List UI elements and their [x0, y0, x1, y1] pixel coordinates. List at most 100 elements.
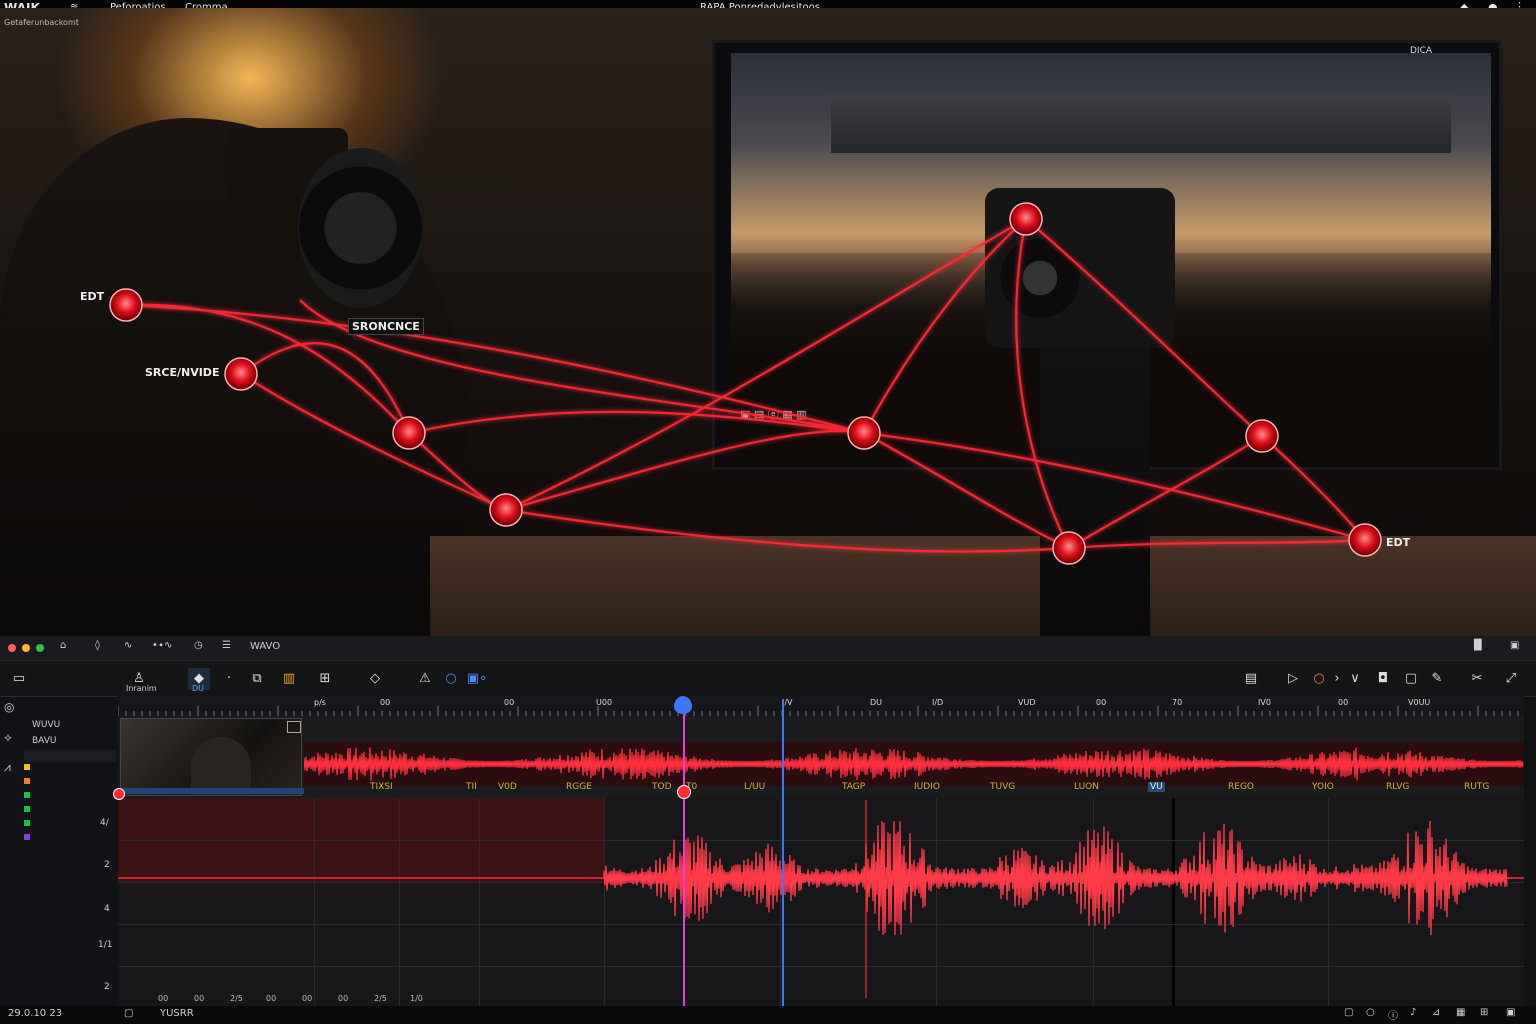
grid-icon[interactable]: ⊞ — [314, 668, 336, 690]
clip-label[interactable]: TII — [466, 782, 477, 792]
tag-icon[interactable]: ◇ — [364, 668, 386, 690]
track-color-green-3 — [24, 820, 30, 826]
clip-label[interactable]: TAGP — [842, 782, 865, 792]
status-bar: 29.0.10 23 ▢ YUSRR ▢ ○ ⓘ ♪ ⊿ ▦ ⊞ ▣ — [0, 1006, 1536, 1024]
ruler-label: U00 — [596, 698, 613, 707]
tripod — [1040, 348, 1150, 636]
screen-controls[interactable]: DICA — [1410, 46, 1480, 94]
play-icon[interactable]: ▷ — [1282, 668, 1304, 690]
track-value-5: 2 — [104, 982, 110, 992]
audio-track[interactable] — [118, 798, 1524, 1008]
track-headers: ◎ ⟡ ⩘ WUVU BAVU 4/ 2 4 1/1 2 — [0, 698, 119, 1008]
track-value-1: 4/ — [100, 818, 109, 828]
clip-label[interactable]: V0D — [498, 782, 517, 792]
target-icon[interactable]: ◎ — [4, 700, 14, 714]
tent-roof — [831, 93, 1451, 153]
effect-icon[interactable]: ▣∘ — [466, 668, 488, 690]
layout-icon[interactable]: ▣ — [1510, 640, 1519, 651]
brush-icon[interactable]: ✎ — [1426, 668, 1448, 690]
frame-icon[interactable]: ▢ — [1400, 668, 1422, 690]
playhead-marker[interactable] — [677, 785, 691, 799]
clip-icon[interactable]: ▥ — [278, 668, 300, 690]
clip-label[interactable]: RGGE — [566, 782, 592, 792]
clip-label[interactable]: IUDIO — [914, 782, 940, 792]
info-icon[interactable]: ⓘ — [1388, 1007, 1398, 1022]
warning-icon[interactable]: ⚠ — [414, 668, 436, 690]
clip-label[interactable]: RLVG — [1386, 782, 1409, 792]
track-color-yellow — [24, 764, 30, 770]
playhead-handle[interactable] — [674, 696, 692, 714]
app-subtitle: Getaferunbackomt — [4, 18, 79, 27]
ruler-label: VUD — [1018, 698, 1036, 707]
scissors-icon[interactable]: ✂ — [1466, 668, 1488, 690]
meter-icon[interactable]: ▦ — [1456, 1007, 1465, 1018]
window-toggle-icon[interactable]: ▭ — [8, 668, 30, 690]
track-header-title: WUVU — [32, 720, 61, 730]
panel-icon[interactable]: ▐▌ — [1470, 640, 1485, 651]
fullscreen-icon[interactable]: ▣ — [1506, 1007, 1515, 1018]
tripod-camera-lens — [1000, 238, 1080, 318]
zoom-out-icon[interactable]: ▢ — [1344, 1007, 1353, 1018]
close-window-button[interactable] — [8, 644, 16, 652]
timecode: 29.0.10 23 — [8, 1008, 63, 1019]
playhead-pink[interactable] — [683, 704, 685, 1008]
bottom-tick-label: 2/5 — [374, 994, 387, 1003]
track-color-green — [24, 792, 30, 798]
loop-icon[interactable]: ○ — [1366, 1007, 1375, 1018]
in-point-marker[interactable] — [113, 788, 125, 800]
minimize-window-button[interactable] — [22, 644, 30, 652]
clip-label[interactable]: YOIO — [1312, 782, 1334, 792]
ruler-label: 00 — [1096, 698, 1107, 707]
list-icon[interactable]: ☰ — [222, 640, 231, 651]
circle-icon[interactable]: ○ — [440, 668, 462, 690]
clip-label[interactable]: TOD — [652, 782, 672, 792]
ruler-label: DU — [870, 698, 883, 707]
clip-label[interactable]: LUON — [1074, 782, 1099, 792]
clock-icon[interactable]: ◷ — [194, 640, 203, 651]
track-value-3: 4 — [104, 904, 110, 914]
dot-icon[interactable]: · — [218, 668, 240, 690]
audio-icon[interactable]: ♪ — [1410, 1007, 1416, 1018]
track-row[interactable] — [24, 750, 116, 762]
track-header-sub: BAVU — [32, 736, 57, 746]
maximize-window-button[interactable] — [36, 644, 44, 652]
bottom-ticks: 00 00 2/5 00 00 00 2/5 1/0 — [118, 994, 458, 1006]
razor-icon[interactable]: ⩘ — [4, 760, 11, 775]
home-icon[interactable]: ⌂ — [60, 640, 66, 651]
dots-icon[interactable]: •∙∿ — [152, 640, 173, 651]
monitor-icon[interactable]: ▤ — [1240, 668, 1262, 690]
copy-icon[interactable]: ⧉ — [246, 668, 268, 690]
node-label-source: SRCE/NVIDE — [145, 366, 220, 379]
bottom-tick-label: 00 — [302, 994, 313, 1003]
clip-label[interactable]: L/UU — [744, 782, 765, 792]
ruler-ticks-svg — [118, 706, 1519, 716]
clip-label[interactable]: TIXSI — [370, 782, 393, 792]
grid-view-icon[interactable]: ⊞ — [1480, 1007, 1488, 1018]
bottom-tick-label: 00 — [266, 994, 277, 1003]
ruler-label: 00 — [504, 698, 515, 707]
down-icon[interactable]: ∨ — [1344, 668, 1366, 690]
ruler-label: V0UU — [1408, 698, 1431, 707]
marker-icon[interactable]: ◊ — [95, 640, 100, 651]
ruler-label: I/D — [932, 698, 944, 707]
monitor-taskbar: ▣ ▤ ⓔ ▦ ▥ — [740, 408, 807, 421]
thumbnail-badge-icon — [287, 721, 301, 733]
clip-labels-row: TIXSI TII V0D RGGE TOD T0 L/UU TAGP IUDIO TUVG LUO… — [118, 780, 1524, 798]
clip-label[interactable]: TUVG — [990, 782, 1015, 792]
ruler-label: p/s — [314, 698, 326, 707]
camera-icon[interactable]: ◘ — [1372, 668, 1394, 690]
clip-label[interactable]: RUTG — [1464, 782, 1489, 792]
screen-controls-label: DICA — [1410, 46, 1433, 56]
project-label: WAVO — [250, 641, 281, 652]
editor-toolbar: ▭ ♙ Inranim ◆ DU · ⧉ ▥ ⊞ ◇ ⚠ ○ ▣∘ ▤ ▷ ○ … — [0, 662, 1536, 697]
wave-icon[interactable]: ∿ — [124, 640, 132, 651]
trim-icon[interactable]: ⟡ — [4, 730, 12, 745]
expand-icon[interactable]: ⤢ — [1500, 668, 1522, 690]
status-square-icon[interactable]: ▢ — [124, 1008, 133, 1019]
clip-label[interactable]: REGO — [1228, 782, 1254, 792]
playhead-blue[interactable] — [782, 700, 784, 1008]
timeline-ruler[interactable]: p/s 00 00 U00 I/V DU I/D VUD 00 70 IV0 00 V0UU — [118, 696, 1524, 716]
scale-icon[interactable]: ⊿ — [1432, 1007, 1440, 1018]
clip-label[interactable]: VU — [1148, 782, 1165, 792]
waveform-large-svg — [118, 820, 1524, 936]
